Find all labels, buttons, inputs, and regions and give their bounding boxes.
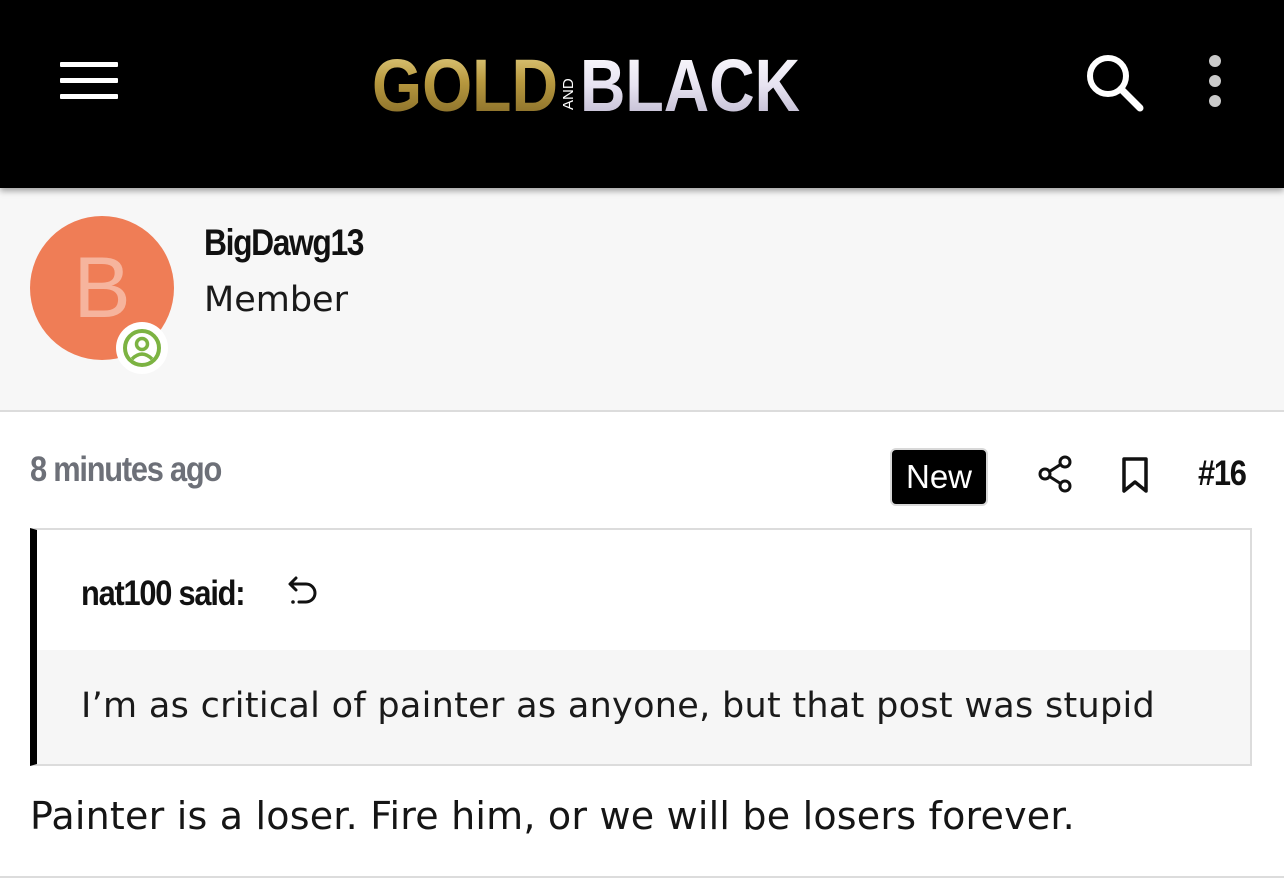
post-meta-row: 8 minutes ago New #16 [0, 412, 1284, 522]
quote-author-link[interactable]: nat100 said: [81, 574, 245, 614]
hamburger-menu-icon[interactable] [60, 60, 118, 102]
bookmark-icon[interactable] [1120, 456, 1150, 494]
post-author-section: B BigDawg13 Member [0, 188, 1284, 412]
search-icon[interactable] [1084, 52, 1146, 114]
username[interactable]: BigDawg13 [204, 222, 365, 264]
post-divider [0, 876, 1284, 878]
user-title: Member [204, 280, 348, 320]
post-message: Painter is a loser. Fire him, or we will… [30, 794, 1075, 838]
jump-to-quote-icon[interactable] [287, 574, 321, 610]
online-status-icon [123, 329, 161, 367]
new-badge: New [890, 448, 989, 506]
more-vertical-icon[interactable] [1196, 52, 1234, 110]
quote-header: nat100 said: [37, 530, 1250, 650]
quote-block: nat100 said: I’m as critical of painter … [30, 528, 1252, 766]
quote-body: I’m as critical of painter as anyone, bu… [37, 650, 1250, 764]
quote-text: I’m as critical of painter as anyone, bu… [81, 686, 1156, 726]
post-timestamp[interactable]: 8 minutes ago [30, 450, 222, 490]
logo-gold-word: GOLD [372, 44, 558, 120]
top-navigation-bar: GOLD AND BLACK [0, 0, 1284, 188]
logo-black-word: BLACK [580, 44, 800, 120]
logo-and-word: AND [560, 78, 577, 110]
share-icon[interactable] [1036, 454, 1074, 494]
online-status-badge [116, 322, 168, 374]
site-logo[interactable]: GOLD AND BLACK [372, 40, 802, 120]
post-number-link[interactable]: #16 [1198, 454, 1247, 494]
